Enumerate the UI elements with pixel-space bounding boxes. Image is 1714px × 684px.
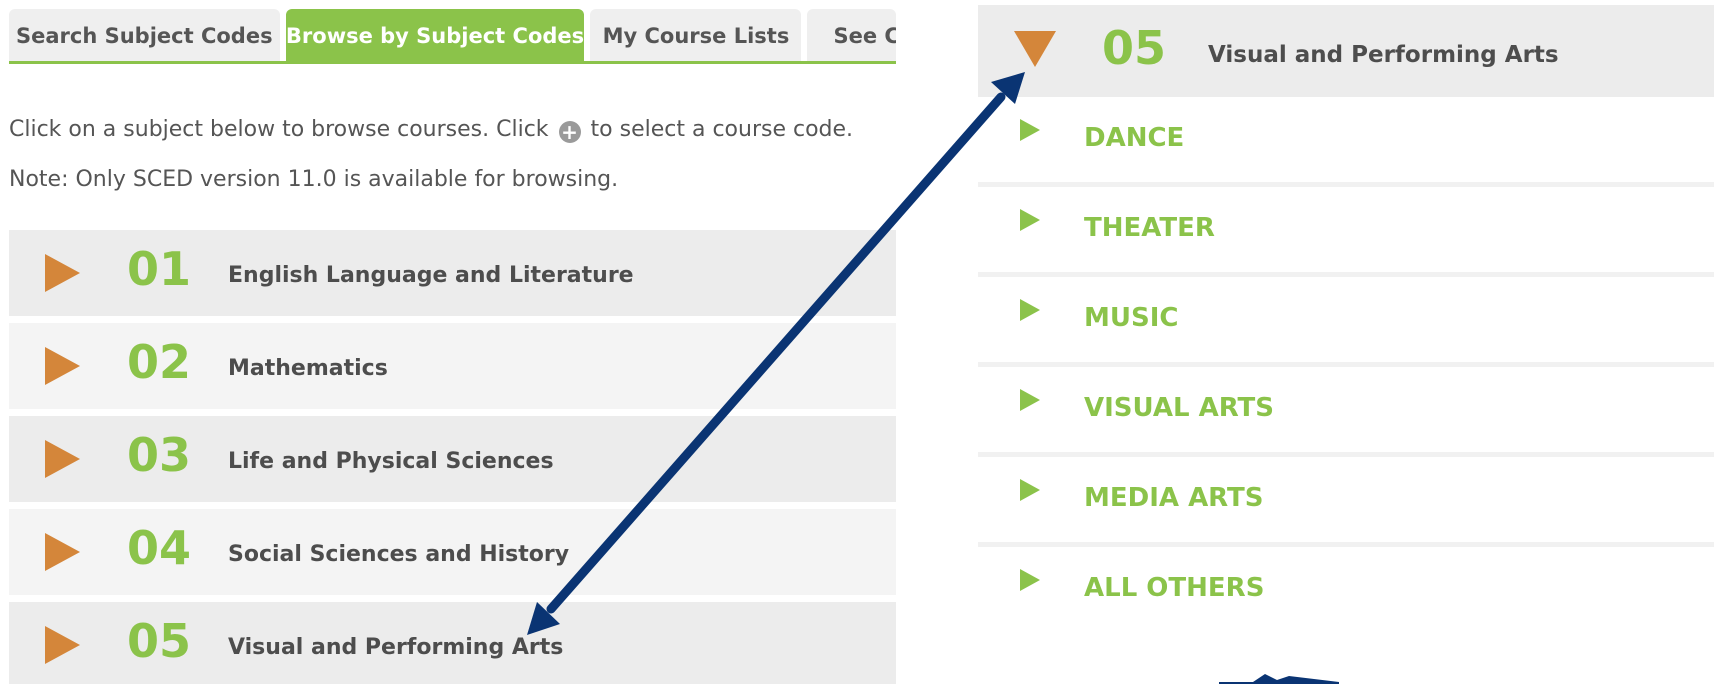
expand-triangle-icon[interactable] bbox=[1020, 479, 1040, 501]
expand-triangle-icon[interactable] bbox=[45, 254, 80, 292]
tab-search-subject-codes[interactable]: Search Subject Codes bbox=[9, 9, 280, 62]
subject-row-01[interactable]: 01 English Language and Literature bbox=[9, 230, 896, 316]
subject-browser-panel: Search Subject Codes Browse by Subject C… bbox=[0, 0, 896, 684]
expand-triangle-icon[interactable] bbox=[1020, 569, 1040, 591]
collapse-triangle-icon[interactable] bbox=[1014, 31, 1056, 67]
subject-code: 02 bbox=[127, 335, 192, 389]
subcategory-theater[interactable]: THEATER bbox=[978, 187, 1714, 277]
browse-instructions: Click on a subject below to browse cours… bbox=[9, 117, 853, 143]
logo-fragment-icon bbox=[1219, 674, 1339, 684]
subject-row-03[interactable]: 03 Life and Physical Sciences bbox=[9, 416, 896, 502]
subcategory-dance[interactable]: DANCE bbox=[978, 97, 1714, 187]
subject-code: 04 bbox=[127, 521, 192, 575]
expand-triangle-icon[interactable] bbox=[1020, 209, 1040, 231]
tab-see-c[interactable]: See C bbox=[807, 9, 896, 62]
subcategory-visual-arts[interactable]: VISUAL ARTS bbox=[978, 367, 1714, 457]
tab-browse-by-subject-codes[interactable]: Browse by Subject Codes bbox=[285, 9, 585, 62]
subject-row-04[interactable]: 04 Social Sciences and History bbox=[9, 509, 896, 595]
instructions-text-before: Click on a subject below to browse cours… bbox=[9, 117, 549, 142]
subcategory-label[interactable]: DANCE bbox=[1084, 123, 1184, 153]
expanded-subject-header[interactable]: 05 Visual and Performing Arts bbox=[978, 5, 1714, 97]
expand-triangle-icon[interactable] bbox=[1020, 299, 1040, 321]
subject-code: 03 bbox=[127, 428, 192, 482]
expand-triangle-icon[interactable] bbox=[1020, 119, 1040, 141]
plus-circle-icon: + bbox=[558, 121, 581, 143]
tab-my-course-lists[interactable]: My Course Lists bbox=[590, 9, 802, 62]
expand-triangle-icon[interactable] bbox=[45, 440, 80, 478]
subcategory-all-others[interactable]: ALL OTHERS bbox=[978, 547, 1714, 637]
subject-name[interactable]: Life and Physical Sciences bbox=[228, 449, 554, 474]
subject-row-02[interactable]: 02 Mathematics bbox=[9, 323, 896, 409]
expand-triangle-icon[interactable] bbox=[45, 533, 80, 571]
subject-code: 05 bbox=[127, 614, 192, 668]
expand-triangle-icon[interactable] bbox=[45, 626, 80, 664]
expand-triangle-icon[interactable] bbox=[1020, 389, 1040, 411]
subcategory-label[interactable]: MEDIA ARTS bbox=[1084, 483, 1264, 513]
subject-code: 05 bbox=[1102, 21, 1167, 75]
subcategory-label[interactable]: VISUAL ARTS bbox=[1084, 393, 1274, 423]
subcategory-label[interactable]: THEATER bbox=[1084, 213, 1215, 243]
subject-name[interactable]: Mathematics bbox=[228, 356, 388, 381]
subject-name[interactable]: English Language and Literature bbox=[228, 263, 634, 288]
subject-name[interactable]: Social Sciences and History bbox=[228, 542, 569, 567]
instructions-text-after: to select a course code. bbox=[590, 117, 854, 142]
subject-name[interactable]: Visual and Performing Arts bbox=[1208, 42, 1559, 68]
subcategory-label[interactable]: ALL OTHERS bbox=[1084, 573, 1264, 603]
subject-name[interactable]: Visual and Performing Arts bbox=[228, 635, 563, 660]
expand-triangle-icon[interactable] bbox=[45, 347, 80, 385]
subcategory-label[interactable]: MUSIC bbox=[1084, 303, 1178, 333]
tab-bar: Search Subject Codes Browse by Subject C… bbox=[9, 9, 896, 64]
subject-code: 01 bbox=[127, 242, 192, 296]
subcategory-media-arts[interactable]: MEDIA ARTS bbox=[978, 457, 1714, 547]
subcategory-music[interactable]: MUSIC bbox=[978, 277, 1714, 367]
subject-row-05[interactable]: 05 Visual and Performing Arts bbox=[9, 602, 896, 684]
expanded-subject-panel: 05 Visual and Performing Arts DANCE THEA… bbox=[978, 0, 1714, 684]
version-note: Note: Only SCED version 11.0 is availabl… bbox=[9, 167, 619, 192]
